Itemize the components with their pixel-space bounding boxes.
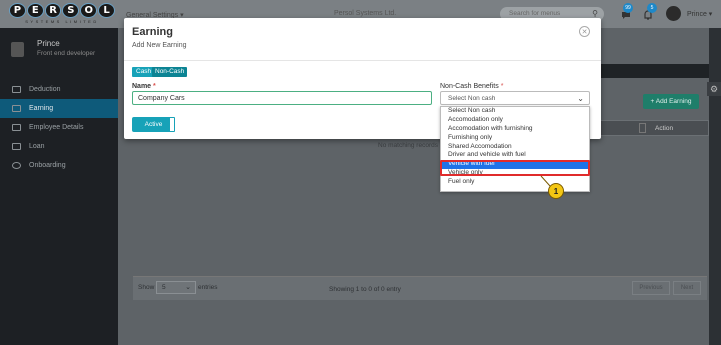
dropdown-option[interactable]: Select Non cash [441, 107, 589, 116]
table-footer [133, 276, 707, 300]
sidebar-item-onboarding[interactable]: Onboarding [0, 156, 118, 175]
profile-role: Front end developer [37, 50, 96, 57]
sort-icon[interactable] [639, 123, 646, 133]
noncash-toggle[interactable]: Non-Cash [152, 67, 188, 77]
entries-label: entries [198, 284, 218, 291]
dropdown-option[interactable]: Shared Accomodation [441, 143, 589, 152]
sidebar-item-label: Loan [29, 143, 45, 150]
active-toggle-knob[interactable] [169, 117, 175, 132]
notifications-badge: 5 [647, 3, 657, 13]
messages-icon[interactable]: 99 [620, 3, 634, 22]
persol-logo[interactable]: P E R S O L SYSTEMS LIMITED [9, 3, 115, 24]
name-field[interactable]: Company Cars [132, 91, 432, 105]
sidebar-item-label: Earning [29, 105, 54, 112]
dropdown-option[interactable]: Driver and vehicle with fuel [441, 151, 589, 160]
step-callout-badge: 1 [548, 183, 564, 199]
profile-block: Prince Front end developer [0, 28, 118, 68]
sidebar-item-loan[interactable]: Loan [0, 137, 118, 156]
page-header-bar [590, 64, 709, 78]
close-icon[interactable]: ✕ [579, 26, 590, 37]
bell-icon[interactable]: 5 [641, 3, 657, 22]
sidebar-item-label: Onboarding [29, 162, 66, 169]
dropdown-option[interactable]: Accomodation only [441, 116, 589, 125]
deduction-icon [12, 86, 21, 93]
dropdown-option[interactable]: Fuel only [441, 178, 589, 187]
logo-letter: S [62, 3, 80, 18]
search-placeholder: Search for menus [509, 10, 561, 17]
search-icon[interactable]: ⚲ [592, 9, 598, 18]
messages-badge: 99 [623, 3, 633, 13]
onboarding-icon [12, 162, 21, 169]
sidebar-item-employee-details[interactable]: Employee Details [0, 118, 118, 137]
gear-icon[interactable]: ⚙ [707, 82, 721, 96]
modal-divider [124, 60, 601, 61]
logo-letter: O [80, 3, 98, 18]
required-mark: * [500, 83, 504, 90]
logo-subtitle: SYSTEMS LIMITED [25, 19, 99, 24]
logo-letter: E [26, 3, 44, 18]
profile-avatar [11, 42, 24, 57]
entries-per-page-select[interactable]: 5 ⌄ [156, 281, 196, 294]
noncash-benefits-select[interactable]: Select Non cash ⌄ [440, 91, 590, 105]
sidebar-item-label: Employee Details [29, 124, 84, 131]
show-label: Show [138, 284, 155, 291]
employee-details-icon [12, 124, 21, 131]
sidebar: Prince Front end developer Deduction Ear… [0, 28, 118, 345]
modal-subtitle: Add New Earning [132, 42, 187, 49]
profile-name: Prince [37, 39, 60, 48]
sidebar-nav: Deduction Earning Employee Details Loan … [0, 80, 118, 175]
dropdown-option[interactable]: Furnishing only [441, 134, 589, 143]
add-earning-button[interactable]: + Add Earning [643, 94, 699, 109]
name-label-text: Name [132, 83, 152, 90]
ncb-selected-value: Select Non cash [448, 95, 496, 102]
required-mark: * [153, 83, 156, 90]
logo-letter: R [44, 3, 62, 18]
user-menu[interactable]: Prince ▾ [687, 10, 712, 18]
chevron-down-icon: ⌄ [577, 94, 584, 103]
company-dropdown[interactable]: Persol Systems Ltd. [334, 10, 396, 17]
modal-title: Earning [132, 26, 173, 38]
action-column-header: Action [655, 125, 674, 132]
table-header: Action [590, 120, 709, 136]
sidebar-item-label: Deduction [29, 86, 61, 93]
next-page-button[interactable]: Next [673, 281, 701, 295]
name-label: Name * [132, 83, 156, 90]
no-records-message: No matching records [378, 142, 438, 149]
logo-letter: P [9, 3, 26, 18]
user-avatar[interactable] [666, 6, 681, 21]
loan-icon [12, 143, 21, 150]
earning-icon [12, 105, 21, 112]
logo-letters: P E R S O L [9, 3, 115, 18]
entries-per-page-value: 5 [162, 284, 166, 291]
step-highlight-box [440, 160, 590, 176]
showing-entries-text: Showing 1 to 0 of 0 entry [329, 286, 401, 293]
ncb-label-text: Non-Cash Benefits [440, 83, 499, 90]
chevron-down-icon: ⌄ [185, 284, 191, 291]
dropdown-option[interactable]: Accomodation with furnishing [441, 125, 589, 134]
noncash-benefits-label: Non-Cash Benefits * [440, 83, 503, 90]
logo-letter: L [98, 3, 115, 18]
previous-page-button[interactable]: Previous [632, 281, 670, 295]
right-scroll-rail[interactable] [709, 28, 721, 345]
sidebar-item-earning[interactable]: Earning [0, 99, 118, 118]
noncash-benefits-options: Select Non cash Accomodation only Accomo… [440, 106, 590, 192]
sidebar-item-deduction[interactable]: Deduction [0, 80, 118, 99]
